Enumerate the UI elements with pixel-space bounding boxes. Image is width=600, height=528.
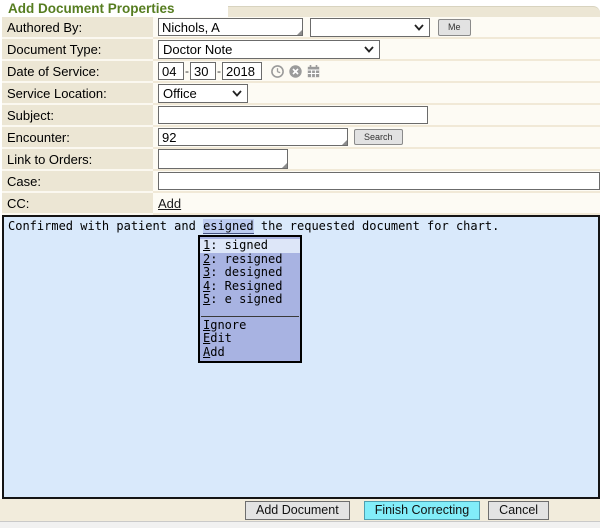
service-location-select[interactable]: Office [158,84,248,103]
date-month-input[interactable] [158,62,184,80]
row-date-of-service: Date of Service: - - [2,61,600,83]
editor-text-after: the requested document for chart. [254,219,500,233]
case-label: Case: [2,171,153,193]
spellcheck-suggestion[interactable]: 4: Resigned [200,280,300,294]
subject-label: Subject: [2,105,153,127]
row-encounter: Encounter: Search [2,127,600,149]
chevron-down-icon [232,90,242,97]
clear-date-icon[interactable] [289,65,302,78]
chevron-down-icon [364,46,374,53]
menu-spacer [200,307,300,316]
spellcheck-menu: 1: signed 2: resigned 3: designed 4: Res… [198,235,302,363]
authored-by-label: Authored By: [2,17,153,39]
spellcheck-add[interactable]: Add [200,346,300,360]
add-document-button[interactable]: Add Document [245,501,350,520]
page-title: Add Document Properties [8,1,175,16]
cc-add-link[interactable]: Add [158,196,181,211]
spellcheck-ignore[interactable]: Ignore [200,319,300,333]
page-bottom-strip [0,521,600,528]
row-cc: CC: Add [2,193,600,215]
authored-by-select[interactable] [310,18,430,37]
encounter-input[interactable] [158,128,348,146]
resize-grip-icon[interactable] [282,163,287,168]
cancel-button[interactable]: Cancel [488,501,549,520]
row-case: Case: [2,171,600,193]
encounter-label: Encounter: [2,127,153,149]
menu-separator [201,316,299,317]
resize-grip-icon[interactable] [297,30,302,35]
date-of-service-label: Date of Service: [2,61,153,83]
clock-icon[interactable] [271,65,284,78]
row-link-to-orders: Link to Orders: [2,149,600,171]
service-location-label: Service Location: [2,83,153,105]
document-properties-form: Authored By: Me Document Type: Doctor No… [2,17,600,215]
me-button[interactable]: Me [438,19,471,36]
row-document-type: Document Type: Doctor Note [2,39,600,61]
row-subject: Subject: [2,105,600,127]
document-type-label: Document Type: [2,39,153,61]
spellcheck-suggestion[interactable]: 2: resigned [200,253,300,267]
date-year-input[interactable] [222,62,262,80]
row-service-location: Service Location: Office [2,83,600,105]
finish-correcting-button[interactable]: Finish Correcting [364,501,480,520]
authored-by-input[interactable] [158,18,303,36]
case-input[interactable] [158,172,600,190]
subject-input[interactable] [158,106,428,124]
chevron-down-icon [414,24,424,31]
row-authored-by: Authored By: Me [2,17,600,39]
spellcheck-suggestion[interactable]: 5: e signed [200,293,300,307]
date-day-input[interactable] [190,62,216,80]
encounter-search-button[interactable]: Search [354,129,403,145]
spellcheck-edit[interactable]: Edit [200,332,300,346]
link-to-orders-input[interactable] [158,149,288,169]
resize-grip-icon[interactable] [342,140,347,145]
spellcheck-suggestion[interactable]: 1: signed [200,239,300,253]
spellcheck-suggestion[interactable]: 3: designed [200,266,300,280]
calendar-icon[interactable] [307,65,320,78]
fieldset-top-border [228,6,600,17]
document-type-select[interactable]: Doctor Note [158,40,380,59]
editor-text-before: Confirmed with patient and [8,219,203,233]
cc-label: CC: [2,193,153,215]
footer-button-bar: Add Document Finish Correcting Cancel [0,499,600,521]
misspelled-word[interactable]: esigned [203,219,254,234]
link-to-orders-label: Link to Orders: [2,149,153,171]
